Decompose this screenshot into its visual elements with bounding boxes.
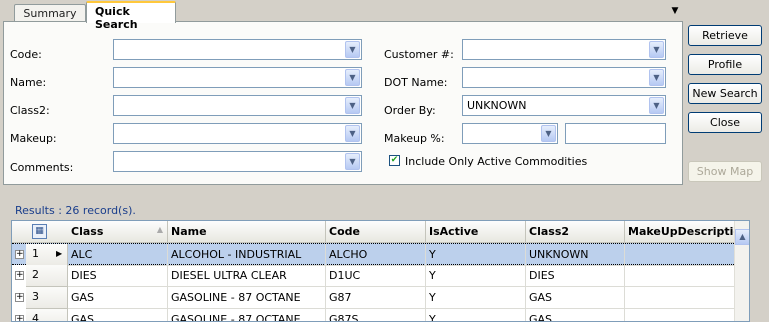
cell-name: DIESEL ULTRA CLEAR: [168, 265, 326, 287]
column-header-label: Class: [71, 225, 104, 238]
cell-class2: GAS: [526, 309, 625, 321]
dot-name-label: DOT Name:: [384, 76, 448, 89]
table-row[interactable]: + 2 DIES DIESEL ULTRA CLEAR D1UC Y DIES: [12, 265, 736, 287]
cell-name: ALCOHOL - INDUSTRIAL: [168, 244, 326, 266]
cell-makeup-description: [625, 265, 736, 287]
chevron-down-icon[interactable]: ▼: [345, 97, 360, 114]
cell-class2: DIES: [526, 265, 625, 287]
scroll-up-icon[interactable]: ▲: [735, 229, 749, 245]
customer-number-combo[interactable]: ▼: [462, 39, 666, 60]
chevron-down-icon[interactable]: ▼: [345, 41, 360, 58]
current-row-icon: ▶: [56, 249, 63, 258]
close-button[interactable]: Close: [688, 112, 762, 133]
row-number: 4: [26, 309, 68, 321]
class2-label: Class2:: [10, 104, 50, 117]
expand-icon[interactable]: +: [15, 293, 24, 302]
makeup-pct-label: Makeup %:: [384, 132, 445, 145]
table-row[interactable]: + 1 ▶ ALC ALCOHOL - INDUSTRIAL ALCHO Y UN…: [12, 243, 736, 266]
column-header-makeup-description[interactable]: MakeUpDescription: [625, 221, 736, 243]
code-label: Code:: [10, 48, 42, 61]
order-by-label: Order By:: [384, 104, 436, 117]
grid-header: ▦ Class ▲ Name Code IsActive Class2 Make…: [12, 221, 736, 243]
expand-icon[interactable]: +: [15, 315, 24, 321]
tab-menu-dropdown-icon[interactable]: ▼: [668, 6, 682, 16]
cell-makeup-description: [625, 244, 736, 266]
row-number: 1 ▶: [26, 244, 68, 266]
comments-label: Comments:: [10, 161, 74, 174]
expand-icon[interactable]: +: [15, 250, 24, 259]
column-header-class2[interactable]: Class2: [526, 221, 625, 243]
show-map-button: Show Map: [688, 161, 762, 182]
code-combo[interactable]: ▼: [113, 39, 362, 60]
results-grid: ▦ Class ▲ Name Code IsActive Class2 Make…: [11, 220, 750, 322]
cell-name: GASOLINE - 87 OCTANE: [168, 309, 326, 321]
chevron-down-icon[interactable]: ▼: [649, 69, 664, 86]
row-number: 2: [26, 265, 68, 287]
cell-isactive: Y: [426, 309, 526, 321]
name-label: Name:: [10, 76, 47, 89]
profile-button[interactable]: Profile: [688, 54, 762, 75]
chevron-down-icon[interactable]: ▼: [345, 69, 360, 86]
new-search-button[interactable]: New Search: [688, 83, 762, 104]
cell-class: GAS: [68, 287, 168, 309]
active-only-checkbox[interactable]: ✔: [389, 155, 400, 166]
cell-class2: GAS: [526, 287, 625, 309]
chevron-down-icon[interactable]: ▼: [649, 41, 664, 58]
order-by-value: UNKNOWN: [467, 99, 527, 112]
active-only-label: Include Only Active Commodities: [405, 155, 588, 168]
cell-makeup-description: [625, 309, 736, 321]
order-by-combo[interactable]: UNKNOWN ▼: [462, 95, 666, 116]
class2-combo[interactable]: ▼: [113, 95, 362, 116]
column-header-name[interactable]: Name: [168, 221, 326, 243]
makeup-pct-input[interactable]: [565, 123, 666, 144]
sort-asc-icon: ▲: [156, 225, 163, 234]
chevron-down-icon[interactable]: ▼: [345, 125, 360, 142]
chevron-down-icon[interactable]: ▼: [345, 153, 360, 170]
makeup-label: Makeup:: [10, 132, 57, 145]
chevron-down-icon[interactable]: ▼: [649, 97, 664, 114]
dot-name-combo[interactable]: ▼: [462, 67, 666, 88]
cell-name: GASOLINE - 87 OCTANE: [168, 287, 326, 309]
name-combo[interactable]: ▼: [113, 67, 362, 88]
tab-quick-search[interactable]: Quick Search: [86, 1, 176, 31]
cell-code: G87: [326, 287, 426, 309]
tab-summary[interactable]: Summary: [14, 4, 86, 22]
cell-class: ALC: [68, 244, 168, 266]
cell-makeup-description: [625, 287, 736, 309]
expand-icon[interactable]: +: [15, 271, 24, 280]
cell-code: ALCHO: [326, 244, 426, 266]
quick-search-panel: Code: ▼ Name: ▼ Class2: ▼ Makeup: ▼ Comm…: [3, 21, 683, 185]
cell-class2: UNKNOWN: [526, 244, 625, 266]
cell-code: D1UC: [326, 265, 426, 287]
table-row[interactable]: + 4 GAS GASOLINE - 87 OCTANE G87S Y GAS: [12, 309, 736, 321]
makeup-pct-combo[interactable]: ▼: [462, 123, 558, 144]
tab-strip: Summary Quick Search ▼: [0, 0, 685, 31]
cell-class: GAS: [68, 309, 168, 321]
table-row[interactable]: + 3 GAS GASOLINE - 87 OCTANE G87 Y GAS: [12, 287, 736, 309]
comments-combo[interactable]: ▼: [113, 151, 362, 172]
row-number: 3: [26, 287, 68, 309]
vertical-scrollbar[interactable]: ▲: [734, 221, 749, 321]
column-header-code[interactable]: Code: [326, 221, 426, 243]
column-header-class[interactable]: Class ▲: [68, 221, 168, 243]
column-header-isactive[interactable]: IsActive: [426, 221, 526, 243]
chevron-down-icon[interactable]: ▼: [541, 125, 556, 142]
makeup-combo[interactable]: ▼: [113, 123, 362, 144]
cell-class: DIES: [68, 265, 168, 287]
cell-isactive: Y: [426, 287, 526, 309]
cell-isactive: Y: [426, 265, 526, 287]
retrieve-button[interactable]: Retrieve: [688, 25, 762, 46]
customer-number-label: Customer #:: [384, 48, 454, 61]
results-count: Results : 26 record(s).: [15, 204, 136, 217]
column-chooser-icon[interactable]: ▦: [32, 224, 47, 239]
cell-code: G87S: [326, 309, 426, 321]
cell-isactive: Y: [426, 244, 526, 266]
